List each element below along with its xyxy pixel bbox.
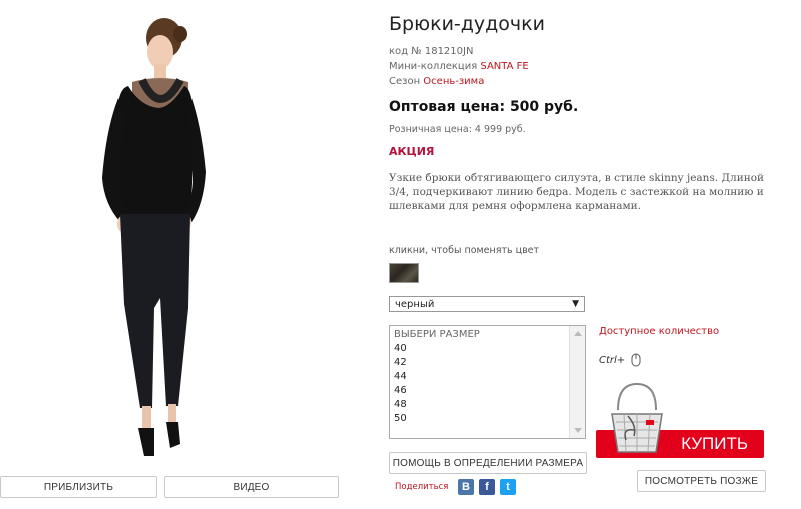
wholesale-price: Оптовая цена: 500 руб. [389,99,579,115]
retail-price: Розничная цена: 4 999 руб. [389,124,526,135]
size-option[interactable]: 48 [394,398,581,412]
color-select-value: черный [395,298,435,310]
product-season: Сезон Осень-зима [389,76,484,87]
dropdown-arrow-icon: ▼ [572,299,579,309]
facebook-glyph: f [485,481,489,493]
mouse-icon [631,353,641,367]
color-hint: кликни, чтобы поменять цвет [389,245,540,256]
basket-icon [611,382,663,453]
zoom-button[interactable]: ПРИБЛИЗИТЬ [0,476,157,498]
color-select[interactable]: черный ▼ [389,296,585,312]
vk-glyph: B [462,481,470,493]
promo-label: АКЦИЯ [389,145,435,158]
size-option[interactable]: 42 [394,356,581,370]
size-option[interactable]: 40 [394,342,581,356]
available-quantity: Доступное количество [599,326,720,337]
season-label: Сезон [389,76,421,87]
scroll-down-icon[interactable] [574,428,582,433]
view-later-button[interactable]: ПОСМОТРЕТЬ ПОЗЖЕ [637,470,766,492]
size-list-scrollbar[interactable] [569,326,585,438]
share-label: Поделиться [395,482,449,492]
collection-label: Мини-коллекция [389,61,478,72]
product-collection: Мини-коллекция SANTA FE [389,61,529,72]
video-button[interactable]: ВИДЕО [164,476,339,498]
size-help-button[interactable]: ПОМОЩЬ В ОПРЕДЕЛЕНИИ РАЗМЕРА [389,452,587,474]
size-list[interactable]: ВЫБЕРИ РАЗМЕР 40 42 44 46 48 50 [389,325,586,439]
product-photo [102,18,206,456]
code-value: 181210JN [424,46,474,57]
product-description: Узкие брюки обтягивающего силуэта, в сти… [389,172,765,212]
size-placeholder: ВЫБЕРИ РАЗМЕР [394,329,480,340]
facebook-icon[interactable]: f [479,479,495,495]
product-title: Брюки-дудочки [389,13,545,35]
season-link[interactable]: Осень-зима [423,76,484,87]
size-option[interactable]: 44 [394,370,581,384]
ctrl-label: Ctrl+ [599,355,626,366]
twitter-glyph: t [506,481,510,493]
size-option[interactable]: 50 [394,412,581,426]
ctrl-click-hint: Ctrl+ [599,352,644,368]
scroll-up-icon[interactable] [574,331,582,336]
product-code: код № 181210JN [389,46,473,57]
collection-link[interactable]: SANTA FE [480,61,528,72]
color-swatch[interactable] [389,263,419,283]
size-option[interactable]: 46 [394,384,581,398]
vk-icon[interactable]: B [458,479,474,495]
code-label: код № [389,46,422,57]
twitter-icon[interactable]: t [500,479,516,495]
